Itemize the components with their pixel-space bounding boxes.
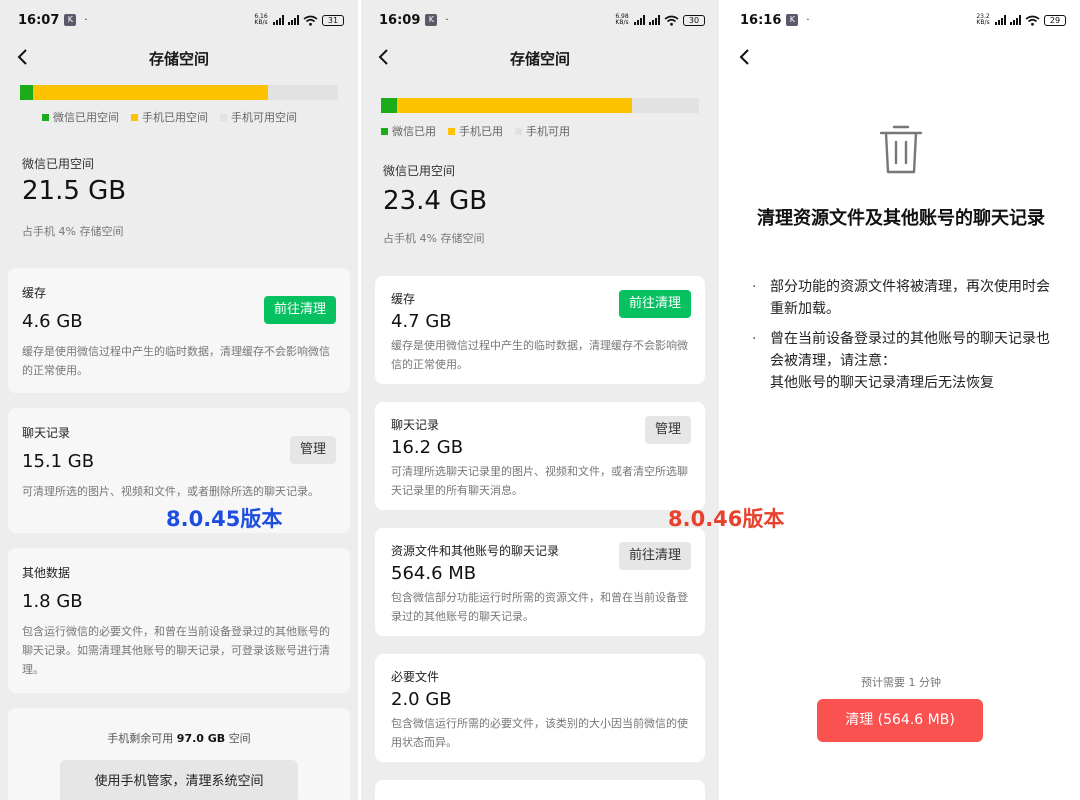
nav-bar: 存储空间 [0,40,358,76]
clean-cache-button[interactable]: 前往清理 [618,290,691,318]
legend-item-phone-used: 手机已用空间 [131,109,208,125]
essential-files-card: 必要文件 2.0 GB 包含微信运行所需的必要文件，该类别的大小因当前微信的使用… [375,654,705,762]
wechat-used-size: 23.4 GB [383,186,488,216]
back-arrow-icon[interactable] [12,46,34,68]
bar-segment-phone-used [396,98,633,113]
clean-resource-screen: 16:16 K · 23.2 KB/s 29 清理资源文件及其他账号的聊天记录 ·… [722,0,1080,800]
storage-usage-bar [381,98,699,113]
app-notification-icon: K [786,14,799,26]
back-arrow-icon[interactable] [734,46,756,68]
status-time: 16:16 [740,12,782,28]
notice-list: · 部分功能的资源文件将被清理，再次使用时会重新加载。 · 曾在当前设备登录过的其他… [752,276,1058,402]
wechat-used-label: 微信已用空间 [383,164,456,178]
wechat-used-label: 微信已用空间 [22,157,95,171]
next-card [375,780,705,800]
card-description: 可清理所选的图片、视频和文件，或者删除所选的聊天记录。 [22,485,319,498]
card-description: 包含微信部分功能运行时所需的资源文件，和曾在当前设备登录过的其他账号的聊天记录。 [391,591,688,623]
card-size: 1.8 GB [22,591,83,612]
network-speed: 6.16 KB/s [254,13,268,26]
status-time: 16:09 [379,12,421,28]
legend-item-phone-free: 手机可用 [515,123,570,139]
trash-icon [879,125,923,174]
card-description: 包含微信运行所需的必要文件，该类别的大小因当前微信的使用状态而异。 [391,717,688,749]
wifi-icon [664,15,679,26]
legend-item-wechat: 微信已用空间 [42,109,119,125]
status-bar: 16:16 K · 23.2 KB/s 29 [722,0,1080,40]
wechat-used-share: 占手机 4% 存储空间 [383,232,485,245]
nav-bar: 存储空间 [361,40,719,76]
app-notification-icon: K [64,14,77,26]
card-description: 可清理所选聊天记录里的图片、视频和文件，或者清空所选聊天记录里的所有聊天消息。 [391,465,688,497]
dialog-heading: 清理资源文件及其他账号的聊天记录 [757,208,1045,229]
free-space-text: 手机剩余可用 97.0 GB 空间 [107,732,251,745]
legend-item-wechat: 微信已用 [381,123,436,139]
status-indicators: 6.16 KB/s 31 [253,14,344,26]
card-title: 必要文件 [391,670,440,684]
legend-item-phone-used: 手机已用 [448,123,503,139]
version-label-middle: 8.0.46版本 [668,507,785,531]
resource-files-card: 资源文件和其他账号的聊天记录 564.6 MB 包含微信部分功能运行时所需的资源… [375,528,705,636]
card-description: 缓存是使用微信过程中产生的临时数据，清理缓存不会影响微信的正常使用。 [22,345,330,377]
cache-card: 缓存 4.6 GB 缓存是使用微信过程中产生的临时数据，清理缓存不会影响微信的正… [8,268,350,393]
manage-chat-button[interactable]: 管理 [289,436,336,464]
storage-usage-bar [20,85,338,100]
status-bar: 16:09 K · 6.98 KB/s 30 [361,0,719,40]
card-size: 15.1 GB [22,451,95,472]
card-title: 其他数据 [22,566,71,580]
bar-segment-wechat-used [381,98,397,113]
battery-icon: 30 [683,14,705,26]
usage-legend: 微信已用 手机已用 手机可用 [381,123,570,139]
chat-history-card: 聊天记录 16.2 GB 可清理所选聊天记录里的图片、视频和文件，或者清空所选聊… [375,402,705,510]
battery-icon: 31 [322,14,344,26]
legend-item-phone-free: 手机可用空间 [220,109,297,125]
wifi-icon [1025,15,1040,26]
page-title: 存储空间 [148,49,209,68]
notice-item: · 曾在当前设备登录过的其他账号的聊天记录也会被清理，请注意： 其他账号的聊天记录… [752,331,1050,391]
storage-screen-v8046: 16:09 K · 6.98 KB/s 30 存储空间 微信已用 手机已用 手机可… [361,0,719,800]
signal-icon-2 [649,15,660,25]
free-space-card: 手机剩余可用 97.0 GB 空间 使用手机管家，清理系统空间 [8,708,350,800]
card-description: 缓存是使用微信过程中产生的临时数据，清理缓存不会影响微信的正常使用。 [391,339,688,371]
wifi-icon [303,15,318,26]
back-arrow-icon[interactable] [373,46,395,68]
status-indicators: 6.98 KB/s 30 [614,14,705,26]
notice-item: · 部分功能的资源文件将被清理，再次使用时会重新加载。 [752,279,1050,317]
status-dot: · [806,14,810,26]
wechat-used-share: 占手机 4% 存储空间 [22,225,124,238]
wechat-used-size: 21.5 GB [22,176,127,206]
signal-icon [273,15,284,25]
app-notification-icon: K [425,14,438,26]
network-speed: 23.2 KB/s [976,13,990,26]
phone-manager-button[interactable]: 使用手机管家，清理系统空间 [60,760,298,800]
cache-card: 缓存 4.7 GB 缓存是使用微信过程中产生的临时数据，清理缓存不会影响微信的正… [375,276,705,384]
bar-segment-phone-used [32,85,269,100]
usage-legend: 微信已用空间 手机已用空间 手机可用空间 [42,109,297,125]
card-size: 2.0 GB [391,689,452,710]
network-speed: 6.98 KB/s [615,13,629,26]
battery-icon: 29 [1044,14,1066,26]
page-title: 存储空间 [509,49,570,68]
card-description: 包含运行微信的必要文件，和曾在当前设备登录过的其他账号的聊天记录。如需清理其他账… [22,625,330,676]
nav-bar [722,40,1080,76]
signal-icon-2 [288,15,299,25]
signal-icon-2 [1010,15,1021,25]
signal-icon [634,15,645,25]
status-dot: · [445,14,449,26]
card-title: 聊天记录 [22,426,71,440]
estimated-time: 预计需要 1 分钟 [861,676,941,689]
status-indicators: 23.2 KB/s 29 [975,14,1066,26]
status-dot: · [84,14,88,26]
clean-resource-button[interactable]: 前往清理 [618,542,691,570]
version-label-left: 8.0.45版本 [166,507,283,531]
clean-cache-button[interactable]: 前往清理 [263,296,336,324]
signal-icon [995,15,1006,25]
other-data-card: 其他数据 1.8 GB 包含运行微信的必要文件，和曾在当前设备登录过的其他账号的… [8,548,350,693]
bar-segment-wechat-used [20,85,33,100]
status-bar: 16:07 K · 6.16 KB/s 31 [0,0,358,40]
status-time: 16:07 [18,12,60,28]
storage-screen-v8045: 16:07 K · 6.16 KB/s 31 存储空间 微信已用空间 手机已用空间… [0,0,358,800]
manage-chat-button[interactable]: 管理 [644,416,691,444]
confirm-clean-button[interactable]: 清理 (564.6 MB) [817,699,983,742]
